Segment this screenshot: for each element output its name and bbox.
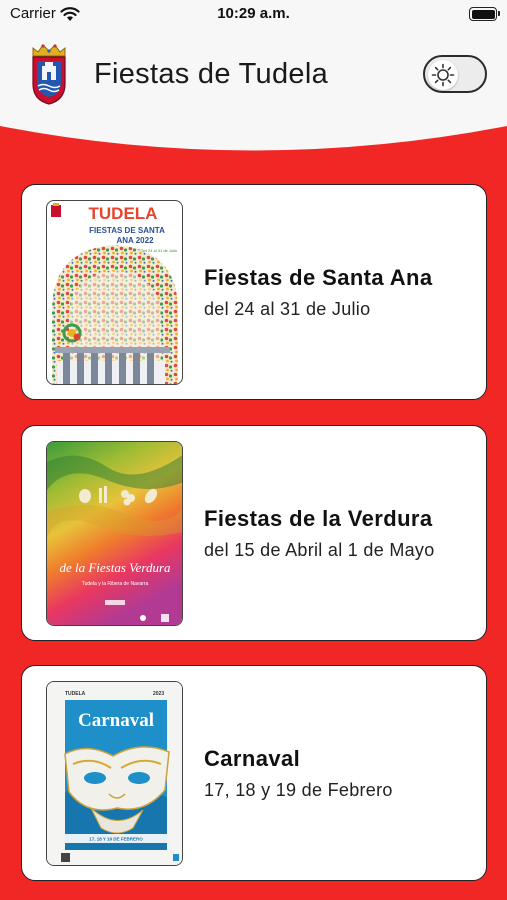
event-card-santa-ana[interactable]: TUDELA FIESTAS DE SANTA ANA 2022 Del 24 … [21, 184, 487, 400]
poster-heading: Carnaval [78, 710, 154, 731]
card-info: Carnaval 17, 18 y 19 de Febrero [204, 666, 393, 880]
battery-icon [469, 7, 500, 21]
status-time: 10:29 a.m. [217, 5, 290, 22]
card-info: Fiestas de la Verdura del 15 de Abril al… [204, 426, 435, 640]
poster-note: Del 24 al 31 de Julio [141, 248, 178, 253]
poster-carnaval: TUDELA 2023 Carnaval 17, 18 Y 19 DE FEBR… [46, 681, 183, 866]
poster-subtitle: Tudela y la Ribera de Navarra [82, 581, 149, 587]
sun-icon [431, 63, 455, 87]
event-title: Fiestas de Santa Ana [204, 264, 433, 290]
event-card-verdura[interactable]: de la Fiestas Verdura Tudela y la Ribera… [21, 425, 487, 641]
event-title: Fiestas de la Verdura [204, 505, 433, 531]
event-dates: 17, 18 y 19 de Febrero [204, 779, 393, 800]
card-info: Fiestas de Santa Ana del 24 al 31 de Jul… [204, 185, 432, 399]
theme-toggle[interactable] [423, 55, 487, 93]
poster-footer: 17, 18 Y 19 DE FEBRERO [89, 837, 143, 842]
poster-heading: de la Fiestas Verdura [59, 560, 171, 575]
app-header: Fiestas de Tudela [0, 30, 507, 130]
status-bar: Carrier 10:29 a.m. [0, 0, 507, 30]
event-title: Carnaval [204, 745, 301, 771]
poster-santa-ana: TUDELA FIESTAS DE SANTA ANA 2022 Del 24 … [46, 200, 183, 385]
poster-verdura: de la Fiestas Verdura Tudela y la Ribera… [46, 441, 183, 626]
event-card-carnaval[interactable]: TUDELA 2023 Carnaval 17, 18 Y 19 DE FEBR… [21, 665, 487, 881]
poster-heading: TUDELA [89, 204, 158, 223]
poster-year: 2023 [153, 691, 164, 697]
event-dates: del 15 de Abril al 1 de Mayo [204, 539, 435, 560]
event-dates: del 24 al 31 de Julio [204, 298, 371, 319]
coat-of-arms-icon [32, 44, 66, 105]
poster-line2: ANA 2022 [116, 236, 154, 245]
poster-line1: FIESTAS DE SANTA [89, 226, 165, 235]
poster-city: TUDELA [65, 691, 86, 697]
app-title: Fiestas de Tudela [94, 58, 329, 90]
